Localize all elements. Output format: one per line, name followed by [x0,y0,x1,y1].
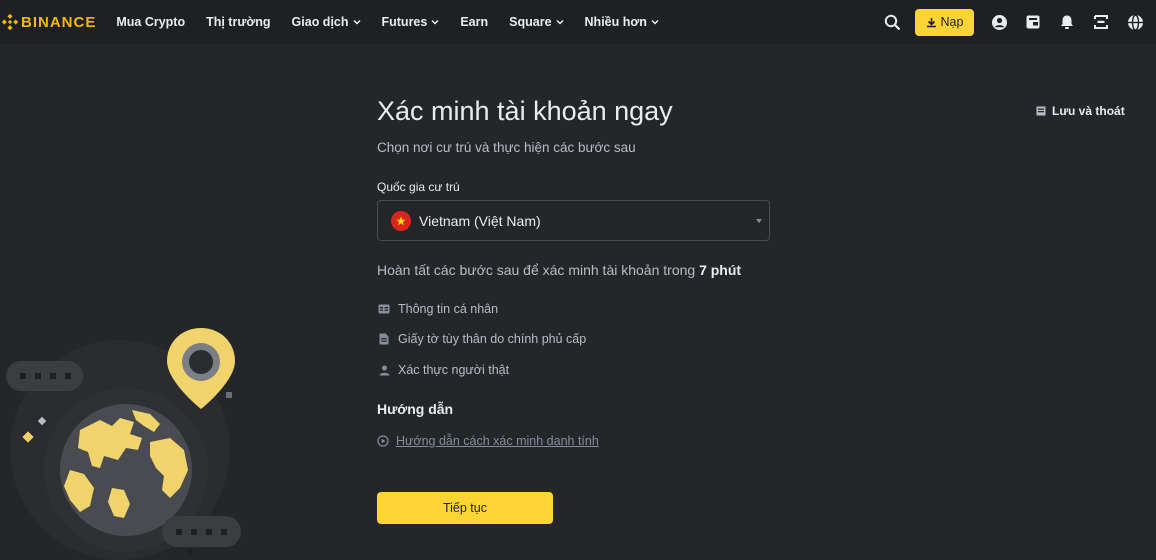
continue-button[interactable]: Tiếp tục [377,492,553,524]
country-label: Quốc gia cư trú [377,180,460,194]
wallet-icon[interactable] [1024,13,1042,31]
deposit-icon [926,17,936,27]
nav-item-label: Futures [381,15,428,29]
step-label: Giấy tờ tùy thân do chính phủ cấp [398,332,587,346]
bell-icon[interactable] [1058,13,1076,31]
nav-item-mua-crypto[interactable]: Mua Crypto [116,15,185,29]
nav-item-giao-dich[interactable]: Giao dịch [292,15,361,29]
globe-illustration [6,328,241,560]
brand-name: BINANCE [21,13,97,31]
continue-label: Tiếp tục [442,501,487,515]
chevron-down-icon [651,19,659,25]
vietnam-flag-icon [391,210,411,231]
guide-heading: Hướng dẫn [377,401,454,417]
step-government-id: Giấy tờ tùy thân do chính phủ cấp [377,332,586,346]
document-icon [377,332,391,346]
nav-item-nhieu-hon[interactable]: Nhiều hơn [585,15,659,29]
country-select[interactable]: Vietnam (Việt Nam) [377,200,770,241]
save-and-exit-label: Lưu và thoát [1052,104,1125,118]
chevron-down-icon [431,19,439,25]
nav-item-label: Giao dịch [291,15,349,29]
nav-item-square[interactable]: Square [509,15,564,29]
user-icon[interactable] [990,13,1008,31]
nav-item-label: Thị trường [206,15,271,29]
guide-link-label: Hướng dẫn cách xác minh danh tính [396,434,599,448]
nav-item-label: Nhiều hơn [584,15,647,29]
play-circle-icon [377,435,389,447]
download-app-icon[interactable] [1092,13,1110,31]
page-subtitle: Chọn nơi cư trú và thực hiện các bước sa… [377,140,636,155]
steps-intro-text: Hoàn tất các bước sau để xác minh tài kh… [377,262,696,278]
binance-logo-icon [2,14,18,30]
nav-item-earn[interactable]: Earn [460,15,488,29]
step-personal-info: Thông tin cá nhân [377,302,498,316]
nav-item-thi-truong[interactable]: Thị trường [206,15,270,29]
nav-item-futures[interactable]: Futures [382,15,440,29]
save-icon [1036,106,1046,116]
nav-item-label: Mua Crypto [116,15,186,29]
header-tools: Nạp [867,0,1144,44]
caret-down-icon [756,219,762,223]
deposit-label: Nạp [940,15,964,29]
steps-intro-time: 7 phút [699,262,742,278]
nav-item-label: Earn [460,15,489,29]
page-title: Xác minh tài khoản ngay [377,96,673,126]
guide-video-link[interactable]: Hướng dẫn cách xác minh danh tính [377,434,599,448]
binance-logo[interactable]: BINANCE [2,14,96,31]
chevron-down-icon [352,19,361,25]
deposit-button[interactable]: Nạp [915,8,974,36]
id-card-icon [377,302,391,316]
top-navigation-bar: BINANCE Mua Crypto Thị trường Giao dịch … [0,0,1156,44]
steps-intro: Hoàn tất các bước sau để xác minh tài kh… [377,262,741,278]
nav-item-label: Square [509,15,552,29]
search-icon[interactable] [883,13,901,31]
globe-icon[interactable] [1126,13,1144,31]
chevron-down-icon [556,19,564,25]
main-nav: Mua Crypto Thị trường Giao dịch Futures … [116,0,680,44]
save-and-exit-button[interactable]: Lưu và thoát [1036,104,1125,118]
country-select-value: Vietnam (Việt Nam) [419,212,541,229]
step-liveness: Xác thực người thật [377,363,509,377]
step-label: Xác thực người thật [398,363,510,377]
person-icon [377,363,391,377]
step-label: Thông tin cá nhân [398,302,499,316]
